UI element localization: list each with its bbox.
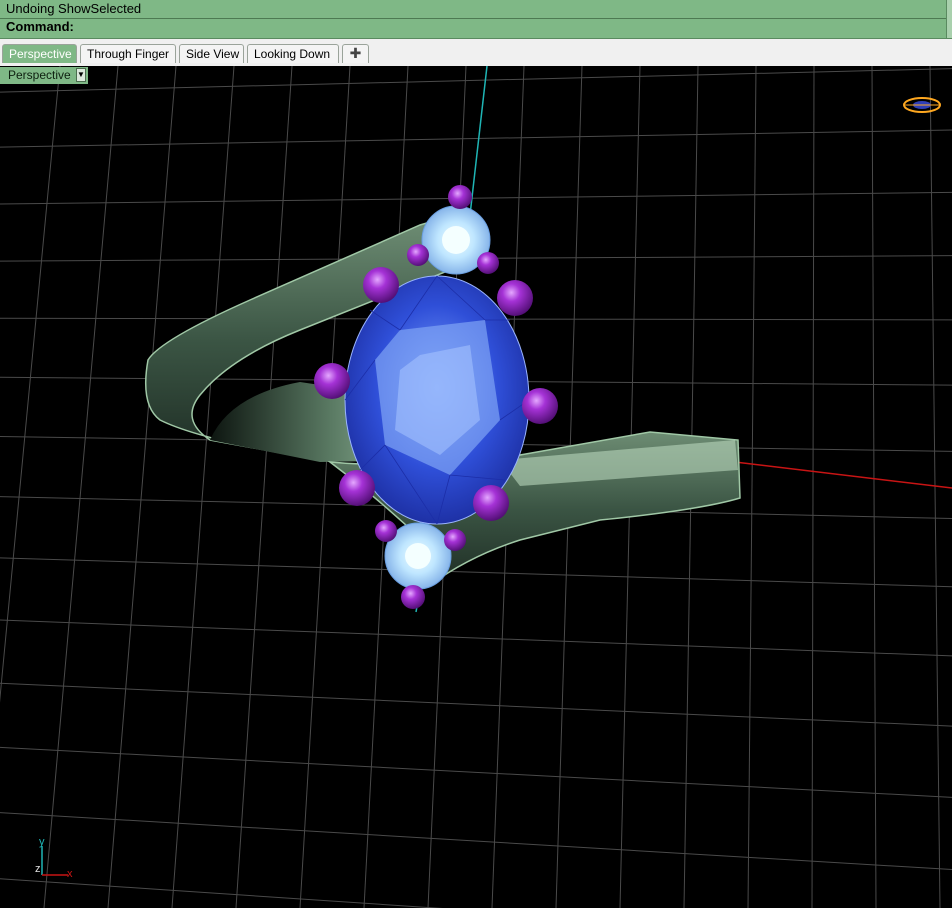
command-separator: [0, 18, 946, 19]
tab-looking-down[interactable]: Looking Down: [247, 44, 339, 63]
axis-z-label: z: [35, 863, 41, 875]
viewport-title[interactable]: Perspective ▼: [0, 67, 88, 84]
plus-icon: ✚: [349, 45, 362, 61]
tab-through-finger[interactable]: Through Finger: [80, 44, 176, 63]
command-scrollbar[interactable]: [946, 0, 952, 38]
x-axis-line: [734, 461, 952, 489]
axis-y-label: y: [39, 836, 45, 848]
perspective-viewport[interactable]: y z x: [0, 66, 952, 908]
y-axis-line: [469, 66, 488, 216]
viewport-tabs: Perspective Through Finger Side View Loo…: [0, 39, 952, 67]
chevron-down-icon[interactable]: ▼: [76, 68, 86, 82]
viewport-scene[interactable]: y z x: [0, 66, 952, 908]
navigation-widget-icon[interactable]: [903, 97, 941, 113]
command-history: Undoing ShowSelected: [6, 1, 142, 16]
tab-perspective[interactable]: Perspective: [2, 44, 77, 63]
axis-triad-icon: y z x: [35, 836, 73, 880]
axis-x-label: x: [67, 868, 73, 880]
command-prompt[interactable]: Command:: [6, 19, 74, 34]
tab-side-view[interactable]: Side View: [179, 44, 244, 63]
viewport-title-label: Perspective: [8, 68, 71, 82]
command-area: Undoing ShowSelected Command:: [0, 0, 952, 39]
add-tab-button[interactable]: ✚: [342, 44, 369, 63]
